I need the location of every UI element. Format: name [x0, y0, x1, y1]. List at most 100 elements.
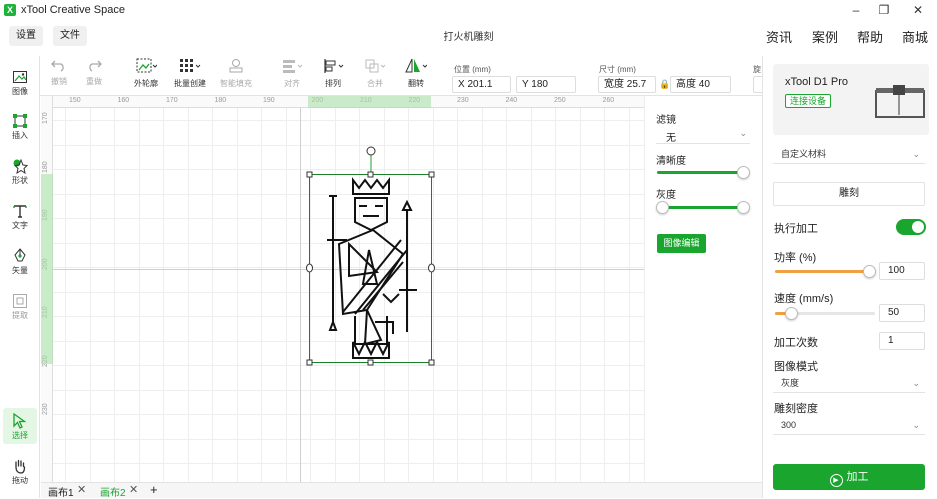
combine-label: 合并 — [367, 79, 383, 88]
sidebar-item-image[interactable]: 图像 — [3, 64, 37, 100]
grid-line-vertical — [212, 96, 213, 482]
lock-ratio-icon[interactable]: 🔒 — [659, 79, 670, 90]
combine-button[interactable]: 合并 — [355, 58, 395, 89]
redo-button[interactable]: 重做 — [74, 58, 114, 87]
extract-icon — [13, 294, 27, 308]
sidebar-item-text[interactable]: 文字 — [3, 198, 37, 234]
execute-toggle[interactable] — [896, 219, 926, 235]
image-mode-value: 灰度 — [781, 378, 800, 388]
king-card-artwork[interactable] — [303, 144, 439, 370]
image-mode-select[interactable]: 灰度 ⌄ — [773, 373, 925, 393]
speed-label: 速度 (mm/s) — [774, 293, 834, 305]
grid-line-vertical — [138, 96, 140, 482]
batch-create-label: 批量创建 — [174, 79, 206, 88]
sidebar-item-select[interactable]: 选择 — [3, 408, 37, 444]
passes-input[interactable]: 1 — [879, 332, 925, 350]
chevron-down-icon: ⌄ — [912, 420, 920, 430]
outline-button[interactable]: 外轮廓 — [124, 58, 168, 89]
grid-line-vertical — [114, 96, 115, 482]
sidebar-item-vector[interactable]: 矢量 — [3, 243, 37, 279]
menu-bar: 设置 文件 打火机雕刻 资讯 案例 帮助 商城 — [0, 20, 937, 52]
grid-line-vertical — [261, 96, 262, 482]
gray-range-slider[interactable] — [657, 206, 743, 209]
density-select[interactable]: 300 ⌄ — [773, 415, 925, 435]
density-value: 300 — [781, 420, 797, 430]
grid-line-vertical — [628, 96, 630, 482]
batch-create-button[interactable]: 批量创建 — [168, 58, 212, 89]
size-label: 尺寸 (mm) — [599, 65, 636, 74]
align-icon — [283, 60, 303, 73]
flip-icon — [405, 58, 427, 73]
app-logo-icon: X — [4, 4, 16, 16]
shape-icon — [13, 158, 28, 174]
close-icon[interactable]: ✕ — [910, 2, 926, 18]
speed-input[interactable]: 50 — [879, 304, 925, 322]
ruler-tick-label: 160 — [117, 97, 130, 104]
cursor-icon — [13, 413, 27, 429]
flip-button[interactable]: 翻转 — [396, 58, 436, 89]
ruler-highlight-overlay-left — [41, 174, 53, 364]
grid-line-vertical — [457, 96, 458, 482]
store-link[interactable]: 商城 — [902, 27, 928, 46]
grid-line-vertical — [506, 96, 507, 482]
align-button[interactable]: 对齐 — [272, 58, 312, 89]
grid-line-vertical — [579, 96, 581, 482]
speed-slider-knob[interactable] — [785, 307, 798, 320]
gray-range-max-knob[interactable] — [737, 201, 750, 214]
material-select[interactable]: 自定义材料 ⌄ — [773, 144, 925, 164]
device-card: xTool D1 Pro 连接设备 — [773, 64, 929, 135]
filter-select[interactable]: 无 ⌄ — [656, 126, 750, 144]
sidebar-item-label: 插入 — [12, 131, 28, 140]
file-button[interactable]: 文件 — [53, 26, 87, 46]
close-icon[interactable]: ✕ — [129, 483, 138, 496]
engrave-mode-select[interactable]: 雕刻 — [773, 182, 925, 206]
grid-line-horizontal — [41, 463, 644, 464]
material-select-value: 自定义材料 — [781, 149, 827, 159]
ruler-tick-label: 180 — [214, 97, 227, 104]
ruler-tick-label: 230 — [457, 97, 469, 104]
y-position-input[interactable]: Y 180 — [516, 76, 576, 93]
execute-label: 执行加工 — [774, 223, 818, 235]
add-tab-button[interactable]: + — [150, 482, 158, 497]
undo-icon — [51, 60, 64, 72]
tab-canvas-2[interactable]: 画布2 — [100, 484, 126, 499]
power-slider-knob[interactable] — [863, 265, 876, 278]
news-link[interactable]: 资讯 — [766, 27, 792, 46]
sidebar-item-extract[interactable]: 提取 — [3, 288, 37, 324]
sharpness-slider[interactable] — [657, 171, 743, 174]
restore-icon[interactable]: ❐ — [876, 2, 892, 18]
sharpness-slider-knob[interactable] — [737, 166, 750, 179]
arrange-label: 排列 — [325, 79, 341, 88]
gray-range-min-knob[interactable] — [656, 201, 669, 214]
smart-fill-icon — [229, 59, 243, 73]
tab-canvas-1[interactable]: 画布1 — [48, 484, 74, 499]
help-link[interactable]: 帮助 — [857, 27, 883, 46]
cases-link[interactable]: 案例 — [812, 27, 838, 46]
sidebar-item-pan[interactable]: 拖动 — [3, 453, 37, 489]
smart-fill-label: 智能填充 — [220, 79, 252, 88]
sidebar-item-insert[interactable]: 插入 — [3, 108, 37, 144]
arrange-button[interactable]: 排列 — [313, 58, 353, 89]
height-input[interactable]: 高度 40 — [670, 76, 731, 93]
sidebar-item-label: 矢量 — [12, 266, 28, 275]
design-canvas[interactable]: 150160170180190200210220230240250260270 … — [41, 96, 644, 482]
power-label: 功率 (%) — [774, 252, 817, 264]
x-position-input[interactable]: X 201.1 — [452, 76, 511, 93]
image-edit-button[interactable]: 图像编辑 — [657, 234, 706, 253]
sidebar-item-shape[interactable]: 形状 — [3, 153, 37, 189]
ruler-tick-label: 240 — [505, 97, 518, 104]
close-icon[interactable]: ✕ — [77, 483, 86, 496]
power-input[interactable]: 100 — [879, 262, 925, 280]
undo-button[interactable]: 撤销 — [39, 58, 79, 87]
process-label: 加工 — [846, 471, 869, 483]
width-input[interactable]: 宽度 25.7 — [598, 76, 656, 93]
settings-button[interactable]: 设置 — [9, 26, 43, 46]
rotate-label: 旋 — [753, 65, 761, 74]
connect-device-button[interactable]: 连接设备 — [785, 94, 832, 108]
ruler-tick-label: 150 — [69, 97, 81, 104]
smart-fill-button[interactable]: 智能填充 — [214, 58, 258, 89]
image-filter-panel: 滤镜 无 ⌄ 清晰度 灰度 图像编辑 — [644, 96, 762, 482]
minimize-icon[interactable]: – — [848, 2, 864, 18]
process-button[interactable]: ▶ 加工 — [773, 464, 925, 490]
grid-line-horizontal — [41, 120, 644, 121]
